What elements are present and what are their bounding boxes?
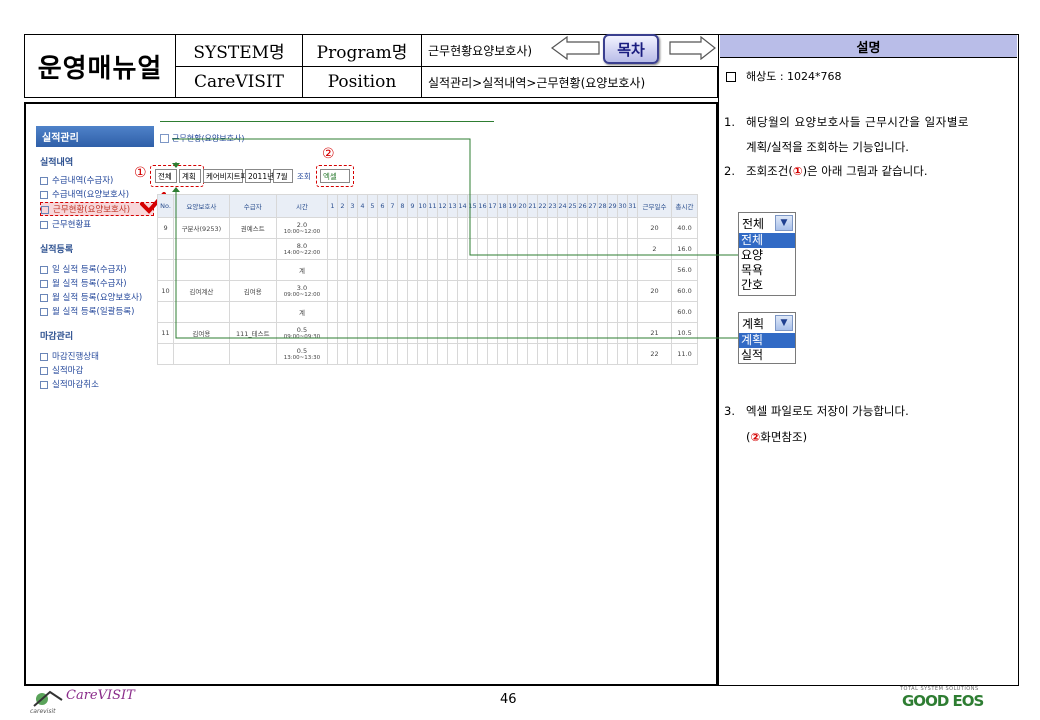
brand-logo: GOOD EOS — [902, 692, 984, 710]
carevisit-logo-icon — [33, 690, 63, 707]
annotation-lines — [172, 138, 738, 339]
page-number: 46 — [500, 692, 517, 707]
footer-logo-text: CareVISIT — [66, 688, 135, 703]
footer-logo-sub: carevisit — [30, 708, 56, 715]
